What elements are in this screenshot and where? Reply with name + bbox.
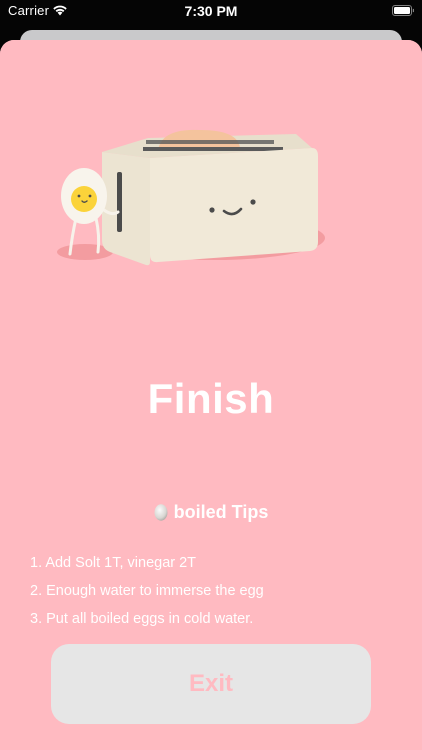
app-screen: Carrier 7:30 PM Finish boiled Tips 1. Ad… — [0, 0, 422, 750]
tips-heading: boiled Tips — [0, 502, 422, 523]
exit-button[interactable]: Exit — [51, 644, 371, 724]
tip-item: 1. Add Solt 1T, vinegar 2T — [30, 555, 197, 571]
tips-list: 1. Add Solt 1T, vinegar 2T 2. Enough wat… — [30, 553, 264, 637]
status-bar: Carrier 7:30 PM — [0, 0, 422, 24]
toaster-and-egg-illustration — [0, 40, 422, 320]
egg-icon — [154, 504, 168, 521]
status-time: 7:30 PM — [184, 3, 238, 19]
tip-item: 2. Enough water to immerse the egg — [30, 583, 264, 599]
finish-card: Finish boiled Tips 1. Add Solt 1T, vineg… — [0, 40, 422, 750]
page-title: Finish — [147, 375, 275, 422]
tip-item: 3. Put all boiled eggs in cold water. — [30, 611, 254, 627]
battery-icon — [392, 5, 414, 16]
tips-heading-label: boiled Tips — [173, 502, 269, 522]
